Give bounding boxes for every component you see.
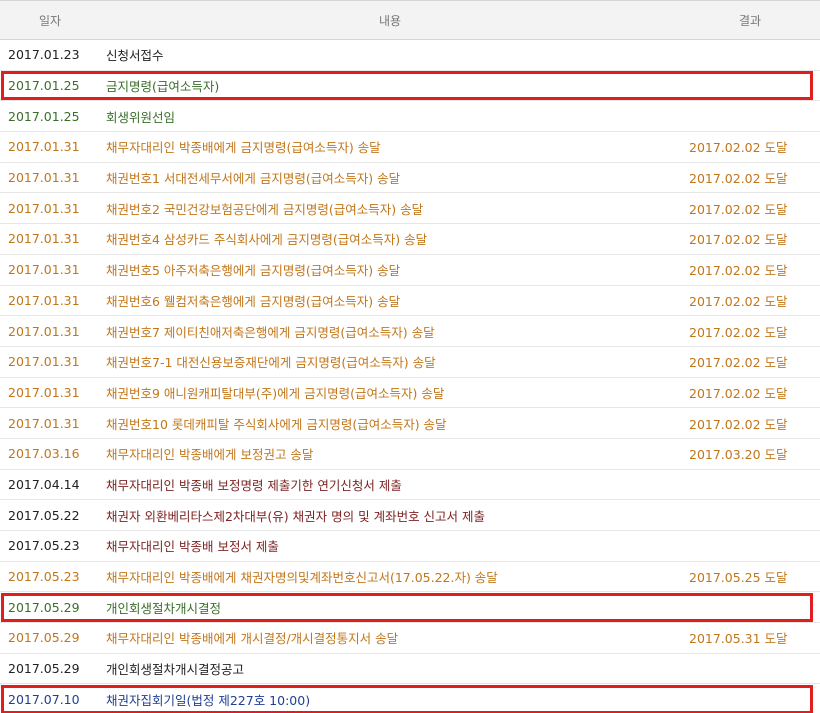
row-result: 2017.02.02 도달 (689, 232, 788, 248)
row-date: 2017.05.29 (8, 599, 80, 615)
row-date: 2017.05.23 (8, 569, 80, 585)
table-row: 2017.07.10 채권자집회기일(법정 제227호 10:00) (0, 684, 820, 713)
table-row: 2017.01.31 채무자대리인 박종배에게 금지명령(급여소득자) 송달 201… (0, 132, 820, 163)
row-result: 2017.02.02 도달 (689, 263, 788, 279)
table-row: 2017.01.25 회생위원선임 (0, 101, 820, 133)
row-date: 2017.01.31 (8, 384, 80, 400)
row-result: 2017.02.02 도달 (689, 171, 788, 187)
table-row: 2017.05.29 채무자대리인 박종배에게 개시결정/개시결정통지서 송달 20… (0, 623, 820, 654)
row-content: 채권번호7 제이티친애저축은행에게 금지명령(급여소득자) 송달 (106, 324, 435, 340)
row-date: 2017.01.25 (8, 78, 80, 94)
row-result: 2017.02.02 도달 (689, 355, 788, 371)
row-result: 2017.02.02 도달 (689, 293, 788, 309)
row-result: 2017.02.02 도달 (689, 416, 788, 432)
table-row: 2017.05.22 채권자 외환베리타스제2차대부(유) 채권자 명의 및 계좌… (0, 500, 820, 531)
row-content: 채권자 외환베리타스제2차대부(유) 채권자 명의 및 계좌번호 신고서 제출 (106, 508, 486, 524)
row-date: 2017.01.31 (8, 170, 80, 186)
row-date: 2017.01.31 (8, 231, 80, 247)
row-result: 2017.02.02 도달 (689, 324, 788, 340)
row-date: 2017.01.31 (8, 415, 80, 431)
row-date: 2017.05.29 (8, 630, 80, 646)
table-row: 2017.04.14 채무자대리인 박종배 보정명령 제출기한 연기신청서 제출 (0, 470, 820, 501)
row-content: 채무자대리인 박종배에게 채권자명의및계좌번호신고서(17.05.22.자) 송… (106, 570, 498, 586)
table-row: 2017.05.23 채무자대리인 박종배 보정서 제출 (0, 531, 820, 562)
table-row: 2017.01.31 채권번호2 국민건강보험공단에게 금지명령(급여소득자) 송… (0, 193, 820, 225)
row-result: 2017.05.25 도달 (689, 570, 788, 586)
table-body: 2017.01.23 신청서접수 2017.01.25 금지명령(급여소득자) 2017… (0, 40, 820, 713)
row-content: 채권번호2 국민건강보험공단에게 금지명령(급여소득자) 송달 (106, 201, 424, 217)
row-date: 2017.04.14 (8, 476, 80, 492)
row-date: 2017.01.31 (8, 262, 80, 278)
row-content: 개인회생절차개시결정 (106, 600, 222, 616)
table-row: 2017.01.31 채권번호9 애니원캐피탈대부(주)에게 금지명령(급여소득자… (0, 378, 820, 409)
row-date: 2017.01.31 (8, 200, 80, 216)
row-date: 2017.05.29 (8, 661, 80, 677)
row-content: 채무자대리인 박종배에게 개시결정/개시결정통지서 송달 (106, 631, 399, 647)
case-history-table: 일자 내용 결과 2017.01.23 신청서접수 2017.01.25 금지명령(급… (0, 0, 820, 713)
table-header: 일자 내용 결과 (0, 0, 820, 40)
row-result: 2017.03.20 도달 (689, 447, 788, 463)
row-content: 회생위원선임 (106, 109, 176, 125)
table-row: 2017.01.31 채권번호1 서대전세무서에게 금지명령(급여소득자) 송달 2… (0, 163, 820, 194)
row-content: 채권번호9 애니원캐피탈대부(주)에게 금지명령(급여소득자) 송달 (106, 385, 445, 401)
table-row: 2017.01.23 신청서접수 (0, 40, 820, 71)
row-date: 2017.01.23 (8, 47, 80, 63)
table-row: 2017.01.31 채권번호5 아주저축은행에게 금지명령(급여소득자) 송달 2… (0, 255, 820, 286)
table-row: 2017.05.23 채무자대리인 박종배에게 채권자명의및계좌번호신고서(17.… (0, 562, 820, 593)
table-row: 2017.01.31 채권번호7 제이티친애저축은행에게 금지명령(급여소득자) … (0, 316, 820, 347)
header-date: 일자 (38, 13, 62, 28)
row-content: 채권번호10 롯데캐피탈 주식회사에게 금지명령(급여소득자) 송달 (106, 416, 447, 432)
row-date: 2017.01.25 (8, 108, 80, 124)
row-content: 금지명령(급여소득자) (106, 79, 220, 95)
row-date: 2017.01.31 (8, 323, 80, 339)
row-date: 2017.05.23 (8, 538, 80, 554)
table-row: 2017.01.31 채권번호10 롯데캐피탈 주식회사에게 금지명령(급여소득자… (0, 408, 820, 439)
table-row: 2017.05.29 개인회생절차개시결정공고 (0, 654, 820, 685)
row-content: 개인회생절차개시결정공고 (106, 662, 245, 678)
row-content: 채권번호6 웰컴저축은행에게 금지명령(급여소득자) 송달 (106, 293, 401, 309)
row-date: 2017.01.31 (8, 354, 80, 370)
table-row: 2017.03.16 채무자대리인 박종배에게 보정권고 송달 2017.03.20… (0, 439, 820, 470)
row-content: 채권번호7-1 대전신용보증재단에게 금지명령(급여소득자) 송달 (106, 355, 436, 371)
row-content: 채권번호4 삼성카드 주식회사에게 금지명령(급여소득자) 송달 (106, 232, 428, 248)
table-row: 2017.01.25 금지명령(급여소득자) (0, 71, 820, 102)
table-row: 2017.01.31 채권번호4 삼성카드 주식회사에게 금지명령(급여소득자) … (0, 224, 820, 255)
header-content: 내용 (378, 13, 402, 28)
row-date: 2017.03.16 (8, 446, 80, 462)
row-content: 채권번호1 서대전세무서에게 금지명령(급여소득자) 송달 (106, 171, 401, 187)
row-date: 2017.01.31 (8, 292, 80, 308)
row-content: 채무자대리인 박종배 보정서 제출 (106, 539, 279, 555)
row-content: 채권번호5 아주저축은행에게 금지명령(급여소득자) 송달 (106, 263, 401, 279)
row-content: 채무자대리인 박종배에게 금지명령(급여소득자) 송달 (106, 140, 381, 156)
table-row: 2017.01.31 채권번호7-1 대전신용보증재단에게 금지명령(급여소득자)… (0, 347, 820, 378)
row-content: 신청서접수 (106, 48, 164, 64)
row-date: 2017.05.22 (8, 507, 80, 523)
row-result: 2017.02.02 도달 (689, 140, 788, 156)
row-content: 채권자집회기일(법정 제227호 10:00) (106, 692, 311, 708)
row-content: 채무자대리인 박종배에게 보정권고 송달 (106, 447, 314, 463)
row-date: 2017.01.31 (8, 139, 80, 155)
row-date: 2017.07.10 (8, 691, 80, 707)
row-result: 2017.02.02 도달 (689, 201, 788, 217)
header-result: 결과 (738, 13, 762, 28)
row-content: 채무자대리인 박종배 보정명령 제출기한 연기신청서 제출 (106, 477, 402, 493)
row-result: 2017.05.31 도달 (689, 631, 788, 647)
table-row: 2017.05.29 개인회생절차개시결정 (0, 592, 820, 624)
table-row: 2017.01.31 채권번호6 웰컴저축은행에게 금지명령(급여소득자) 송달 2… (0, 286, 820, 317)
row-result: 2017.02.02 도달 (689, 385, 788, 401)
